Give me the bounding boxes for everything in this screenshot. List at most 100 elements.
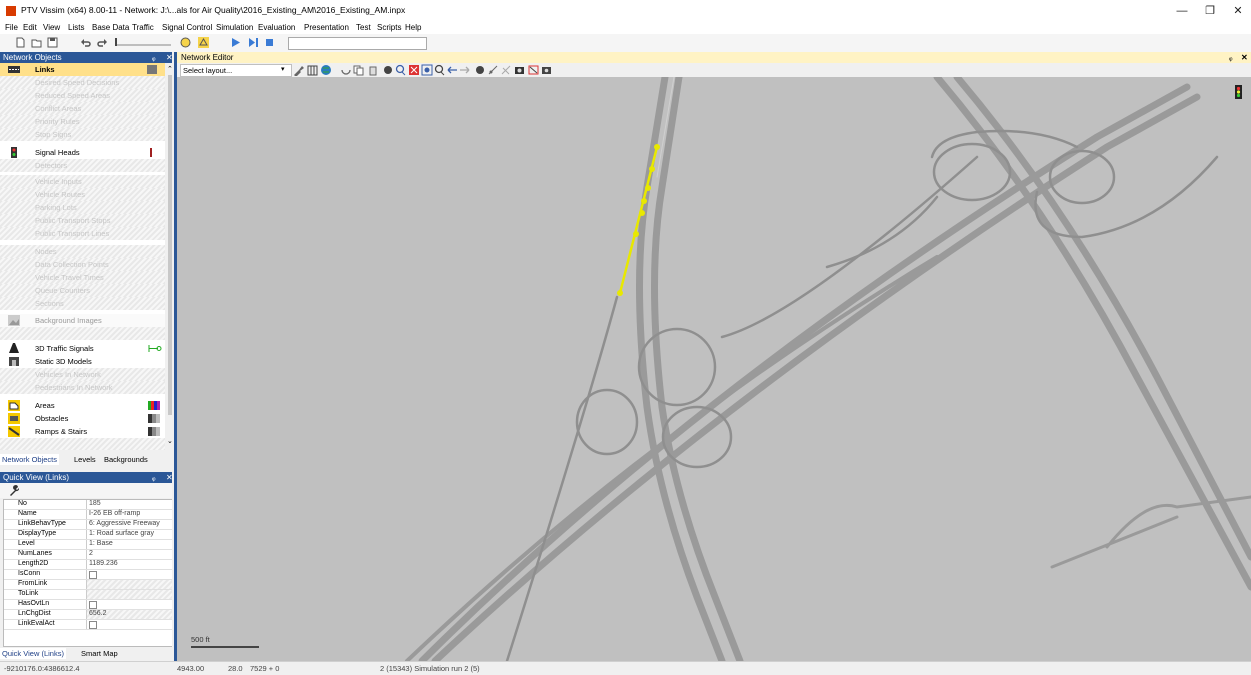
row-value[interactable]: 1189.236 [87, 560, 176, 569]
list-item[interactable]: Public Transport Stops [0, 214, 165, 227]
list-item-static-3d-models[interactable]: Static 3D Models [0, 355, 165, 368]
tab-levels[interactable]: Levels [72, 454, 98, 465]
linkevalact-checkbox[interactable] [89, 621, 97, 629]
freeway-diagonal[interactable] [405, 83, 1201, 661]
signal-color-swatch[interactable] [148, 344, 162, 353]
row-value[interactable]: 656.2 [87, 610, 176, 619]
ramps-swatch[interactable] [148, 427, 160, 436]
pin-icon[interactable]: ᵩ [152, 53, 156, 62]
list-item-areas[interactable]: Areas [0, 399, 165, 412]
list-item[interactable]: Pedestrians In Network [0, 381, 165, 394]
list-item-ramps-stairs[interactable]: Ramps & Stairs [0, 425, 165, 438]
menu-simulation[interactable]: Simulation [216, 23, 253, 32]
row-value[interactable]: 6: Aggressive Freeway [87, 520, 176, 529]
globe-icon[interactable] [321, 65, 331, 75]
hasovtln-checkbox[interactable] [89, 601, 97, 609]
menu-base-data[interactable]: Base Data [92, 23, 129, 32]
signal-overlay-icon[interactable] [1235, 85, 1242, 99]
list-item[interactable]: Detectors [0, 159, 165, 172]
menu-edit[interactable]: Edit [23, 23, 37, 32]
copy-icon[interactable] [353, 65, 364, 76]
network-canvas[interactable]: 500 ft [177, 77, 1251, 661]
record-icon[interactable] [542, 67, 551, 74]
list-item-obstacles[interactable]: Obstacles [0, 412, 165, 425]
step-icon[interactable] [248, 37, 259, 48]
list-item[interactable]: Data Collection Points [0, 258, 165, 271]
row-value[interactable]: 2 [87, 550, 176, 559]
row-value[interactable]: 185 [87, 500, 176, 509]
menu-traffic[interactable]: Traffic [132, 23, 154, 32]
camera-icon[interactable] [515, 67, 524, 74]
signal-heads-swatch[interactable] [150, 148, 152, 157]
obstacles-swatch[interactable] [148, 414, 160, 423]
list-item[interactable]: Conflict Areas [0, 102, 165, 115]
stop-icon[interactable] [264, 37, 275, 48]
list-item[interactable]: Queue Counters [0, 284, 165, 297]
grid-icon[interactable] [307, 65, 318, 76]
tab-quick-view[interactable]: Quick View (Links) [0, 648, 66, 659]
zoom-icon[interactable] [434, 64, 445, 76]
list-item-background-images[interactable]: Background Images [0, 314, 165, 327]
maximize-button[interactable]: ❐ [1196, 2, 1224, 20]
save-icon[interactable] [47, 37, 58, 48]
redo-icon[interactable] [97, 37, 108, 48]
list-item[interactable]: Public Transport Lines [0, 227, 165, 240]
close-icon[interactable]: ✕ [1241, 53, 1248, 62]
row-value[interactable]: 1: Road surface gray [87, 530, 176, 539]
minimize-button[interactable]: — [1168, 2, 1196, 20]
forward-arrow-icon[interactable] [460, 66, 470, 74]
list-item[interactable]: Vehicles In Network [0, 368, 165, 381]
undo-icon[interactable] [80, 37, 91, 48]
list-item[interactable]: Vehicle Inputs [0, 175, 165, 188]
speed-slider[interactable] [113, 37, 173, 48]
list-item-3d-traffic-signals[interactable]: 3D Traffic Signals [0, 342, 165, 355]
list-item[interactable]: Priority Rules [0, 115, 165, 128]
list-item[interactable]: Stop Signs [0, 128, 165, 141]
list-item[interactable]: Desired Speed Decisions [0, 76, 165, 89]
row-value[interactable]: I-26 EB off-ramp [87, 510, 176, 519]
disabled-tool-icon[interactable] [501, 65, 511, 75]
row-value[interactable]: 1: Base [87, 540, 176, 549]
layout-select[interactable]: Select layout... ▾ [180, 64, 292, 77]
network-map[interactable] [177, 77, 1251, 661]
list-item[interactable]: Sections [0, 297, 165, 310]
simulation-mode-icon[interactable] [180, 37, 191, 48]
measure-icon[interactable] [488, 65, 498, 75]
hand-tool-icon[interactable] [476, 66, 484, 74]
zoom-all-icon[interactable] [409, 65, 419, 75]
menu-file[interactable]: File [5, 23, 18, 32]
tab-network-objects[interactable]: Network Objects [0, 454, 60, 465]
menu-signal-control[interactable]: Signal Control [162, 23, 212, 32]
wrench-icon[interactable] [8, 485, 19, 496]
list-item-signal-heads[interactable]: Signal Heads [0, 146, 165, 159]
list-item[interactable]: Parking Lots [0, 201, 165, 214]
delete-icon[interactable] [369, 66, 377, 76]
menu-lists[interactable]: Lists [68, 23, 84, 32]
toolbar-dropdown[interactable] [288, 37, 427, 50]
edit-tool-icon[interactable] [294, 66, 304, 76]
cloverleaf-left[interactable] [505, 155, 979, 661]
close-button[interactable]: ✕ [1224, 2, 1251, 20]
list-item[interactable]: Reduced Speed Areas [0, 89, 165, 102]
list-item[interactable]: Vehicle Routes [0, 188, 165, 201]
pedestrian-mode-icon[interactable] [198, 37, 209, 48]
menu-view[interactable]: View [43, 23, 60, 32]
list-item-links[interactable]: Links [0, 63, 165, 76]
menu-test[interactable]: Test [356, 23, 371, 32]
tab-backgrounds[interactable]: Backgrounds [102, 454, 150, 465]
list-item[interactable]: Vehicle Travel Times [0, 271, 165, 284]
menu-help[interactable]: Help [405, 23, 421, 32]
rotate-icon[interactable] [341, 69, 351, 75]
areas-swatch[interactable] [148, 401, 160, 410]
zoom-window-icon[interactable] [421, 64, 433, 76]
back-arrow-icon[interactable] [447, 66, 457, 74]
isconn-checkbox[interactable] [89, 571, 97, 579]
zoom-previous-icon[interactable] [395, 64, 406, 76]
freeway-north-south[interactable] [636, 77, 744, 661]
menu-scripts[interactable]: Scripts [377, 23, 401, 32]
menu-evaluation[interactable]: Evaluation [258, 23, 295, 32]
list-item[interactable]: Nodes [0, 245, 165, 258]
pin-icon[interactable]: ᵩ [152, 473, 156, 482]
play-icon[interactable] [230, 37, 241, 48]
screenshot-icon[interactable] [528, 65, 539, 75]
